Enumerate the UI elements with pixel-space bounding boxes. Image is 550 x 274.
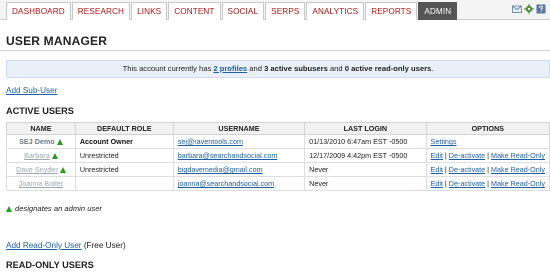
read-only-users-heading: READ-ONLY USERS <box>6 260 94 270</box>
table-row: Dave Snyder Unrestricted bigdavemedia@gm… <box>6 162 550 177</box>
user-name-cell: SEJ Demo <box>6 134 76 149</box>
table-row: Joanna Butler joanna@searchandsocial.com… <box>6 176 550 191</box>
tab-social[interactable]: SOCIAL <box>221 2 265 20</box>
make-read-only-link[interactable]: Make Read-Only <box>491 151 545 160</box>
user-role: Account Owner <box>74 134 174 149</box>
help-icon[interactable] <box>536 4 546 14</box>
admin-indicator-icon <box>56 139 63 145</box>
title-divider <box>0 50 550 51</box>
username-cell: barbara@searchandsocial.com <box>172 148 306 163</box>
user-name[interactable]: Joanna Butler <box>19 179 63 188</box>
table-header-row: NAME DEFAULT ROLE USERNAME LAST LOGIN OP… <box>6 122 550 135</box>
col-header-username: USERNAME <box>172 122 306 135</box>
deactivate-link[interactable]: De-activate <box>449 165 485 174</box>
edit-link[interactable]: Edit <box>431 179 443 188</box>
username-link[interactable]: bigdavemedia@gmail.com <box>178 165 263 174</box>
user-name-cell: Barbara <box>6 148 76 163</box>
admin-legend: designates an admin user <box>6 204 102 213</box>
user-role: Unrestricted <box>74 162 174 177</box>
add-read-only-user-link[interactable]: Add Read-Only User <box>6 241 82 250</box>
notice-prefix: This account currently has <box>122 64 212 73</box>
col-header-last-login: LAST LOGIN <box>304 122 427 135</box>
username-cell: bigdavemedia@gmail.com <box>172 162 306 177</box>
tab-admin[interactable]: ADMIN <box>418 2 458 20</box>
tab-research[interactable]: RESEARCH <box>71 2 131 20</box>
tab-serps[interactable]: SERPS <box>265 2 306 20</box>
user-role <box>74 176 174 191</box>
options-cell: Settings <box>425 134 550 149</box>
username-cell: sej@raventools.com <box>172 134 306 149</box>
options-cell: Edit | De-activate | Make Read-Only <box>425 148 550 163</box>
make-read-only-link[interactable]: Make Read-Only <box>491 165 545 174</box>
options-cell: Edit | De-activate | Make Read-Only <box>425 176 550 191</box>
edit-link[interactable]: Edit <box>431 151 443 160</box>
user-name: SEJ Demo <box>19 137 55 146</box>
tab-content[interactable]: CONTENT <box>168 2 221 20</box>
nav-tabs: DASHBOARD RESEARCH LINKS CONTENT SOCIAL … <box>6 2 458 20</box>
deactivate-link[interactable]: De-activate <box>449 179 485 188</box>
readonly-users-count: 0 active read-only users <box>344 64 432 73</box>
options-cell: Edit | De-activate | Make Read-Only <box>425 162 550 177</box>
col-header-options: OPTIONS <box>425 122 550 135</box>
make-read-only-link[interactable]: Make Read-Only <box>491 179 545 188</box>
profiles-link[interactable]: 2 profiles <box>213 64 247 73</box>
last-login: Never <box>304 162 427 177</box>
page-title: USER MANAGER <box>6 34 108 48</box>
tab-dashboard[interactable]: DASHBOARD <box>6 2 71 20</box>
username-link[interactable]: sej@raventools.com <box>178 137 243 146</box>
col-header-role: DEFAULT ROLE <box>74 122 174 135</box>
deactivate-link[interactable]: De-activate <box>449 151 485 160</box>
notice-suffix: . <box>431 64 434 73</box>
free-user-note: (Free User) <box>83 241 126 250</box>
legend-text: designates an admin user <box>15 204 102 213</box>
mail-icon[interactable] <box>512 4 522 14</box>
notice-and: and <box>329 64 343 73</box>
last-login: 01/13/2010 6:47am EST -0500 <box>304 134 427 149</box>
edit-link[interactable]: Edit <box>431 165 443 174</box>
gear-icon[interactable] <box>524 4 534 14</box>
username-cell: joanna@searchandsocial.com <box>172 176 306 191</box>
active-subusers-count: 3 active subusers <box>264 64 328 73</box>
table-row: SEJ Demo Account Owner sej@raventools.co… <box>6 134 550 149</box>
user-role: Unrestricted <box>74 148 174 163</box>
col-header-name: NAME <box>6 122 76 135</box>
active-users-table: NAME DEFAULT ROLE USERNAME LAST LOGIN OP… <box>6 122 550 191</box>
last-login: 12/17/2009 4:42pm EST -0500 <box>304 148 427 163</box>
notice-middle: and <box>249 64 262 73</box>
user-name-cell: Joanna Butler <box>6 176 76 191</box>
user-name[interactable]: Dave Snyder <box>16 165 58 174</box>
top-nav: DASHBOARD RESEARCH LINKS CONTENT SOCIAL … <box>0 0 550 20</box>
add-read-only-row: Add Read-Only User (Free User) <box>6 241 126 250</box>
username-link[interactable]: joanna@searchandsocial.com <box>178 179 274 188</box>
tab-reports[interactable]: REPORTS <box>365 2 418 20</box>
admin-indicator-icon <box>59 167 66 173</box>
table-row: Barbara Unrestricted barbara@searchandso… <box>6 148 550 163</box>
last-login: Never <box>304 176 427 191</box>
admin-indicator-icon <box>51 153 58 159</box>
user-name[interactable]: Barbara <box>24 151 50 160</box>
admin-indicator-icon <box>6 206 12 212</box>
add-sub-user-link[interactable]: Add Sub-User <box>6 86 57 95</box>
settings-link[interactable]: Settings <box>431 137 457 146</box>
tab-analytics[interactable]: ANALYTICS <box>306 2 365 20</box>
account-notice: This account currently has 2 profiles an… <box>6 60 550 78</box>
tab-links[interactable]: LINKS <box>131 2 168 20</box>
username-link[interactable]: barbara@searchandsocial.com <box>178 151 278 160</box>
nav-icons <box>512 4 546 14</box>
user-name-cell: Dave Snyder <box>6 162 76 177</box>
active-users-heading: ACTIVE USERS <box>6 106 74 116</box>
